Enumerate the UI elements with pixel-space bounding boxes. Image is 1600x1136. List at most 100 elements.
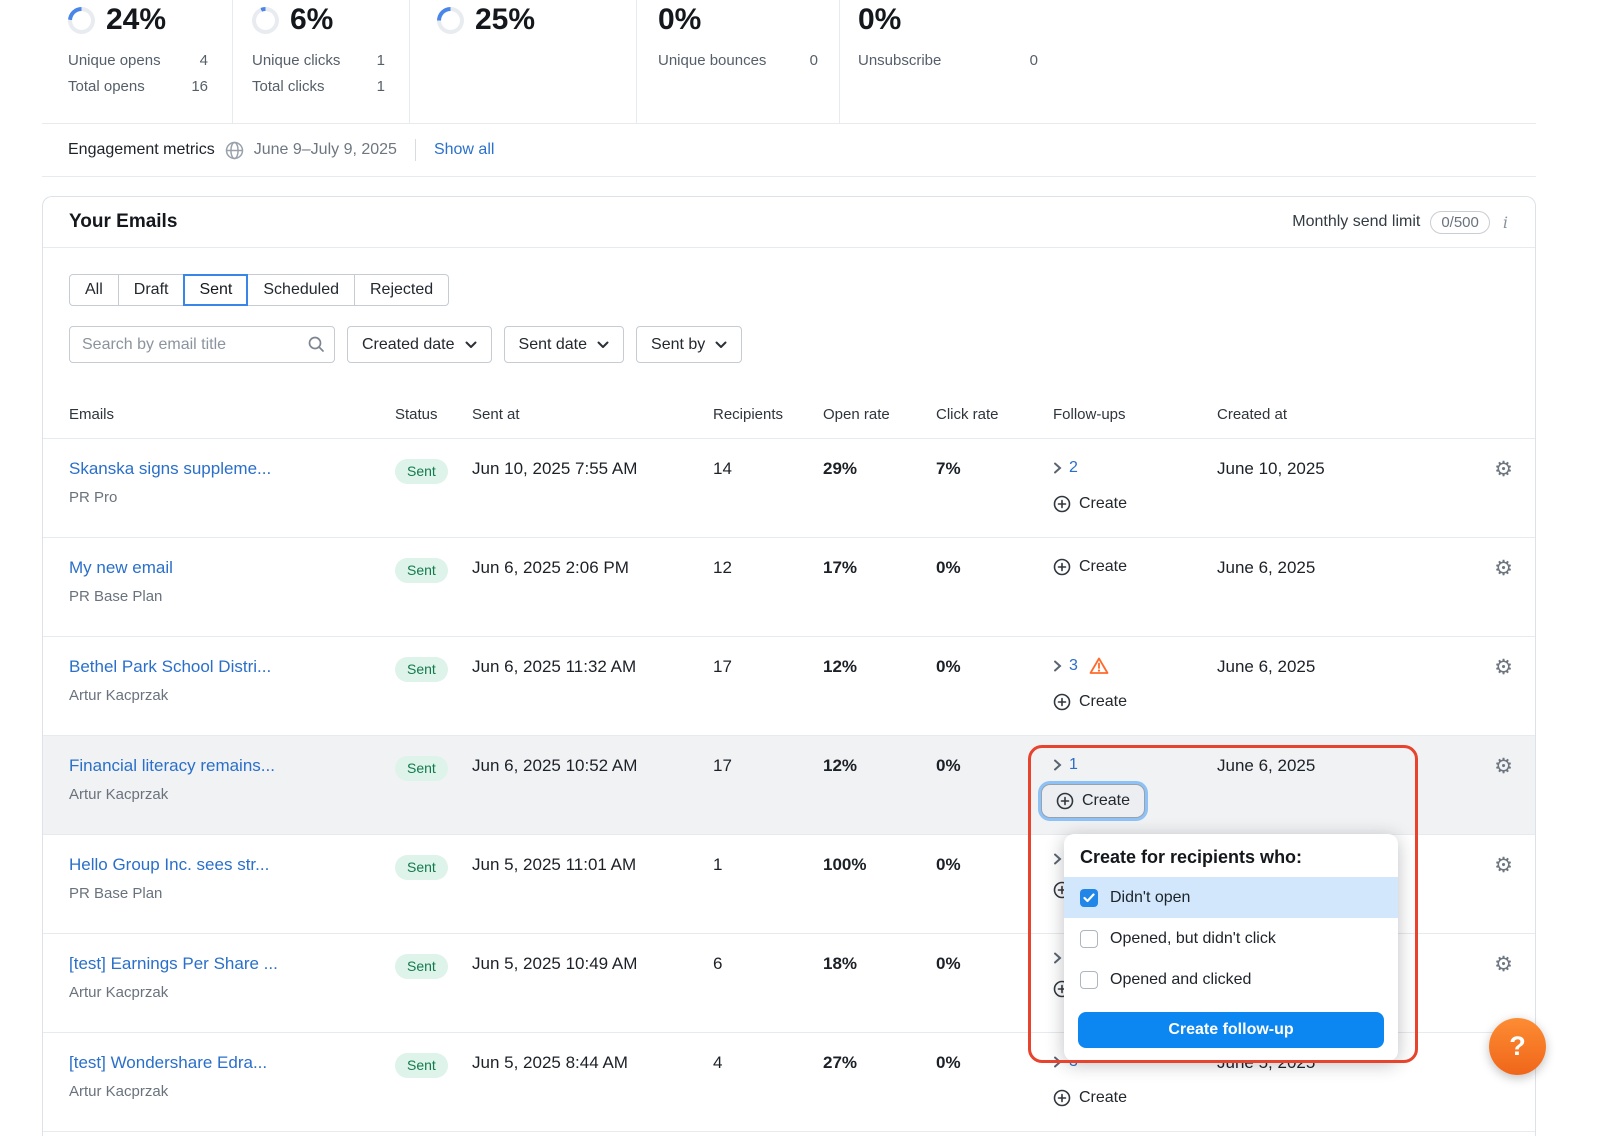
- created-at-value: June 10, 2025: [1217, 457, 1441, 481]
- followups-expand[interactable]: 2: [1053, 457, 1217, 479]
- metric-percent: 6%: [290, 3, 333, 37]
- metric-card: 25%: [410, 0, 637, 123]
- email-title-link[interactable]: My new email: [69, 556, 173, 580]
- email-title-link[interactable]: Bethel Park School Distri...: [69, 655, 271, 679]
- chevron-right-icon: [1053, 462, 1062, 474]
- col-emails: Emails: [69, 406, 395, 423]
- table-header: Emails Status Sent at Recipients Open ra…: [43, 391, 1535, 439]
- metric-line: Total clicks1: [252, 74, 385, 100]
- monthly-send-limit: Monthly send limit 0/500 i: [1292, 211, 1511, 234]
- metric-percent: 0%: [858, 3, 901, 37]
- table-row-selected: Financial literacy remains... Artur Kacp…: [43, 736, 1535, 835]
- search-box: [69, 326, 335, 363]
- email-title-link[interactable]: Skanska signs suppleme...: [69, 457, 271, 481]
- engagement-summary-card: 24% Unique opens4 Total opens16 6% Uniqu…: [42, 0, 1536, 177]
- chevron-down-icon: [597, 341, 609, 349]
- sent-by-filter[interactable]: Sent by: [636, 326, 742, 363]
- panel-header: Your Emails Monthly send limit 0/500 i: [43, 197, 1535, 248]
- tab-sent[interactable]: Sent: [183, 274, 248, 306]
- warning-icon: [1089, 657, 1109, 675]
- email-subtitle: PR Base Plan: [69, 884, 395, 904]
- checkbox-icon[interactable]: [1080, 971, 1098, 989]
- metric-percent: 24%: [106, 3, 166, 37]
- sent-at-value: Jun 6, 2025 2:06 PM: [472, 556, 713, 580]
- gear-icon[interactable]: ⚙: [1494, 457, 1513, 481]
- table-row: My new email PR Base Plan Sent Jun 6, 20…: [43, 538, 1535, 637]
- option-opened-and-clicked[interactable]: Opened and clicked: [1064, 959, 1398, 1000]
- plus-circle-icon: [1053, 495, 1071, 513]
- created-date-filter[interactable]: Created date: [347, 326, 492, 363]
- send-limit-label: Monthly send limit: [1292, 213, 1420, 231]
- email-subtitle: Artur Kacprzak: [69, 1082, 395, 1102]
- click-rate-value: 0%: [936, 754, 1053, 778]
- plus-circle-icon: [1053, 1089, 1071, 1107]
- email-subtitle: Artur Kacprzak: [69, 785, 395, 805]
- tab-draft[interactable]: Draft: [118, 274, 185, 306]
- create-followup-button[interactable]: Create: [1053, 495, 1127, 513]
- sent-at-value: Jun 6, 2025 11:32 AM: [472, 655, 713, 679]
- option-didnt-open[interactable]: Didn't open: [1064, 877, 1398, 918]
- chevron-down-icon: [715, 341, 727, 349]
- status-badge: Sent: [395, 1053, 448, 1078]
- help-button[interactable]: ?: [1489, 1018, 1546, 1075]
- tab-scheduled[interactable]: Scheduled: [247, 274, 355, 306]
- sent-date-filter[interactable]: Sent date: [504, 326, 625, 363]
- metric-line: Unsubscribe0: [858, 48, 1038, 74]
- col-recipients: Recipients: [713, 406, 823, 423]
- recipients-value: 4: [713, 1051, 823, 1075]
- checkbox-icon[interactable]: [1080, 889, 1098, 907]
- gear-icon[interactable]: ⚙: [1494, 754, 1513, 778]
- engagement-metrics-bar: Engagement metrics June 9–July 9, 2025 S…: [42, 123, 1536, 177]
- followups-expand[interactable]: 1: [1053, 754, 1217, 776]
- followups-expand[interactable]: 3: [1053, 655, 1217, 677]
- option-opened-not-clicked[interactable]: Opened, but didn't click: [1064, 918, 1398, 959]
- email-title-link[interactable]: Hello Group Inc. sees str...: [69, 853, 269, 877]
- info-icon[interactable]: i: [1500, 213, 1511, 232]
- donut-chart-icon: [252, 7, 279, 34]
- gear-icon[interactable]: ⚙: [1494, 556, 1513, 580]
- tab-rejected[interactable]: Rejected: [354, 274, 449, 306]
- click-rate-value: 0%: [936, 1051, 1053, 1075]
- create-followup-submit-button[interactable]: Create follow-up: [1078, 1012, 1384, 1048]
- col-status: Status: [395, 406, 472, 423]
- search-input[interactable]: [69, 326, 335, 363]
- metric-unique-clicks: 6% Unique clicks1 Total clicks1: [233, 0, 410, 123]
- checkbox-icon[interactable]: [1080, 930, 1098, 948]
- gear-icon[interactable]: ⚙: [1494, 853, 1513, 877]
- followups-cell: 2 Create: [1053, 457, 1217, 518]
- create-followup-button[interactable]: Create: [1053, 1089, 1127, 1107]
- chevron-right-icon: [1053, 1056, 1062, 1068]
- chevron-down-icon: [465, 341, 477, 349]
- gear-icon[interactable]: ⚙: [1494, 655, 1513, 679]
- show-all-link[interactable]: Show all: [434, 141, 494, 159]
- engagement-label: Engagement metrics: [68, 141, 215, 159]
- create-followup-button[interactable]: Create: [1053, 558, 1127, 576]
- recipients-value: 6: [713, 952, 823, 976]
- plus-circle-icon: [1056, 792, 1074, 810]
- email-subtitle: Artur Kacprzak: [69, 983, 395, 1003]
- click-rate-value: 0%: [936, 655, 1053, 679]
- recipients-value: 12: [713, 556, 823, 580]
- create-followup-button[interactable]: Create: [1053, 693, 1127, 711]
- sent-at-value: Jun 5, 2025 11:01 AM: [472, 853, 713, 877]
- sent-at-value: Jun 10, 2025 7:55 AM: [472, 457, 713, 481]
- created-at-value: June 6, 2025: [1217, 754, 1441, 778]
- tab-all[interactable]: All: [69, 274, 119, 306]
- open-rate-value: 18%: [823, 952, 936, 976]
- metric-line: Total opens16: [68, 74, 208, 100]
- create-followup-button-focused[interactable]: Create: [1041, 784, 1145, 818]
- plus-circle-icon: [1053, 693, 1071, 711]
- email-subtitle: Artur Kacprzak: [69, 686, 395, 706]
- metric-line: Unique clicks1: [252, 48, 385, 74]
- email-title-link[interactable]: [test] Earnings Per Share ...: [69, 952, 278, 976]
- email-title-link[interactable]: Financial literacy remains...: [69, 754, 275, 778]
- recipients-value: 1: [713, 853, 823, 877]
- open-rate-value: 27%: [823, 1051, 936, 1075]
- donut-chart-icon: [437, 7, 464, 34]
- gear-icon[interactable]: ⚙: [1494, 952, 1513, 976]
- chevron-right-icon: [1053, 853, 1062, 865]
- email-subtitle: PR Base Plan: [69, 587, 395, 607]
- email-status-tabs: All Draft Sent Scheduled Rejected: [69, 274, 449, 306]
- open-rate-value: 29%: [823, 457, 936, 481]
- email-title-link[interactable]: [test] Wondershare Edra...: [69, 1051, 267, 1075]
